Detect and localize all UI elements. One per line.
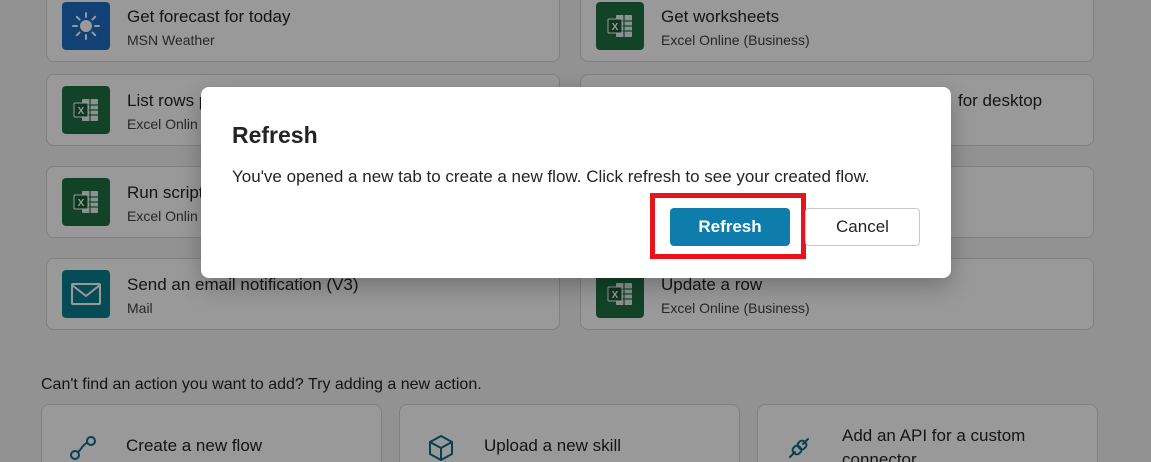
dialog-message: You've opened a new tab to create a new … (232, 167, 870, 186)
refresh-dialog: Refresh You've opened a new tab to creat… (201, 87, 951, 278)
refresh-button[interactable]: Refresh (670, 208, 790, 246)
cancel-button[interactable]: Cancel (805, 208, 920, 246)
dialog-title: Refresh (232, 122, 318, 148)
